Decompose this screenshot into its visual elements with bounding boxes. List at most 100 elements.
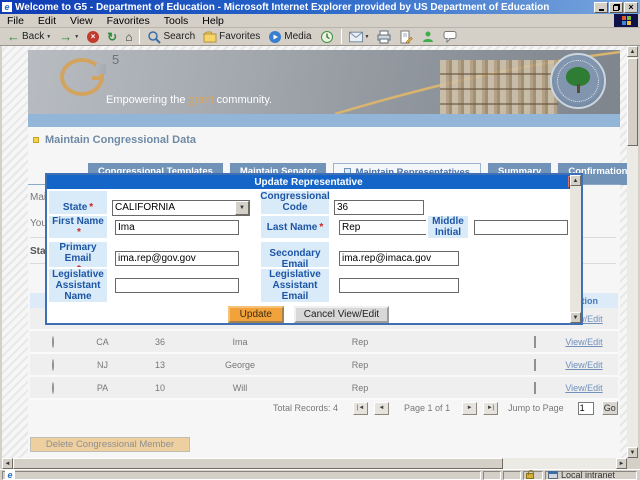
middle-initial-input[interactable]	[474, 220, 568, 235]
search-button[interactable]: Search	[143, 29, 199, 45]
view-edit-link[interactable]: View/Edit	[550, 337, 618, 347]
prev-page-button[interactable]: ◄	[374, 402, 389, 415]
primary-email-input[interactable]	[115, 251, 239, 266]
menu-edit[interactable]: Edit	[31, 15, 63, 27]
mail-dropdown-icon[interactable]: ▼	[365, 34, 370, 40]
scroll-up-icon[interactable]: ▲	[570, 175, 581, 186]
delete-congressional-member-button[interactable]: Delete Congressional Member	[30, 437, 190, 452]
scroll-up-icon[interactable]: ▲	[627, 46, 638, 57]
g5-logo-icon	[60, 58, 104, 96]
search-label: Search	[163, 31, 195, 42]
forward-dropdown-icon[interactable]: ▼	[74, 34, 79, 40]
menu-view[interactable]: View	[63, 15, 100, 27]
horizontal-scroll-thumb[interactable]	[13, 458, 503, 469]
restore-button[interactable]	[609, 2, 623, 13]
zone-label: Local intranet	[561, 470, 615, 480]
row-radio[interactable]	[52, 382, 54, 394]
discuss-button[interactable]	[439, 29, 461, 45]
dialog-scrollbar[interactable]: ▲ ▼	[570, 175, 581, 323]
stop-button[interactable]: ×	[83, 29, 103, 45]
forward-button[interactable]: → ▼	[55, 29, 83, 45]
close-button[interactable]: ×	[624, 2, 638, 13]
secondary-email-input[interactable]	[339, 251, 459, 266]
scroll-right-icon[interactable]: ►	[616, 458, 627, 469]
first-name-input[interactable]	[115, 220, 239, 235]
banner-tagline: Empowering the grant community.	[106, 94, 272, 106]
minimize-button[interactable]	[594, 2, 608, 13]
last-page-button[interactable]: ►|	[483, 402, 498, 415]
row-checkbox[interactable]	[534, 359, 536, 371]
window-title: Welcome to G5 - Department of Education …	[15, 2, 593, 13]
state-select-arrow-icon[interactable]: ▼	[235, 201, 249, 215]
library-photo	[440, 60, 558, 114]
page-heading: Maintain Congressional Data	[33, 134, 196, 146]
cell-code: 13	[130, 360, 190, 370]
hidden-text-fragment: Mai	[30, 192, 46, 203]
congressional-code-input[interactable]	[334, 200, 424, 215]
scroll-left-icon[interactable]: ◄	[2, 458, 13, 469]
status-message-pane: e	[2, 471, 481, 480]
menu-tools[interactable]: Tools	[157, 15, 196, 27]
forward-arrow-icon: →	[59, 31, 72, 43]
table-row: NJ 13 George Rep View/Edit	[30, 354, 618, 377]
media-button[interactable]: Media	[264, 29, 315, 45]
history-button[interactable]	[316, 29, 338, 45]
messenger-button[interactable]	[417, 29, 439, 45]
row-checkbox[interactable]	[534, 336, 536, 348]
legislative-assistant-email-label: Legislative Assistant Email	[259, 267, 331, 304]
view-edit-link[interactable]: View/Edit	[550, 360, 618, 370]
view-edit-link[interactable]: View/Edit	[550, 383, 618, 393]
legislative-assistant-name-input[interactable]	[115, 278, 239, 293]
mail-icon	[349, 30, 363, 44]
first-page-button[interactable]: |◄	[353, 402, 368, 415]
label-text: Middle Initial	[430, 216, 466, 238]
jump-to-page-input[interactable]	[578, 402, 594, 415]
messenger-icon	[421, 30, 435, 44]
toolbar-separator	[341, 29, 342, 44]
next-page-button[interactable]: ►	[462, 402, 477, 415]
edit-button[interactable]	[395, 29, 417, 45]
row-radio[interactable]	[52, 359, 54, 371]
education-seal-icon	[550, 53, 606, 109]
legislative-assistant-email-input[interactable]	[339, 278, 459, 293]
refresh-icon: ↻	[107, 30, 117, 44]
security-pane	[523, 471, 543, 480]
refresh-button[interactable]: ↻	[103, 29, 121, 45]
flag-yellow	[627, 21, 631, 25]
page-viewport: 5 Empowering the grant community. Mainta…	[0, 46, 640, 458]
padlock-icon	[526, 473, 534, 479]
form-row: Primary Email* Secondary Email	[47, 240, 570, 267]
dialog-title: Update Representative	[254, 177, 362, 188]
scroll-down-icon[interactable]: ▼	[627, 447, 638, 458]
vertical-scrollbar[interactable]: ▲ ▼	[627, 46, 638, 458]
favorites-button[interactable]: Favorites	[199, 29, 264, 45]
vertical-scroll-thumb[interactable]	[627, 58, 638, 146]
tagline-pre: Empowering the	[106, 94, 189, 106]
cell-code: 36	[130, 337, 190, 347]
cancel-view-edit-button[interactable]: Cancel View/Edit	[294, 306, 389, 323]
cell-last-name: Rep	[290, 383, 430, 393]
row-checkbox[interactable]	[534, 382, 536, 394]
horizontal-scrollbar[interactable]: ◄ ►	[2, 458, 627, 469]
row-radio[interactable]	[52, 336, 54, 348]
mail-button[interactable]: ▼	[345, 29, 374, 45]
back-dropdown-icon[interactable]: ▼	[46, 34, 51, 40]
seal-tree-trunk	[577, 84, 580, 93]
update-button[interactable]: Update	[228, 306, 284, 323]
scroll-down-icon[interactable]: ▼	[570, 312, 581, 323]
home-button[interactable]: ⌂	[121, 29, 136, 45]
menu-file[interactable]: File	[0, 15, 31, 27]
page-indicator: Page 1 of 1	[404, 403, 450, 413]
browser-window: e Welcome to G5 - Department of Educatio…	[0, 0, 640, 480]
back-button[interactable]: ← Back ▼	[3, 29, 55, 45]
label-text: Legislative Assistant Email	[263, 269, 327, 302]
label-text: First Name	[52, 216, 104, 227]
label-text: State	[63, 202, 87, 213]
label-text: Congressional Code	[260, 191, 329, 213]
go-button[interactable]: Go	[602, 401, 618, 415]
middle-initial-label: Middle Initial	[426, 214, 470, 240]
back-label: Back	[22, 31, 44, 42]
print-button[interactable]	[373, 29, 395, 45]
menu-help[interactable]: Help	[195, 15, 231, 27]
menu-favorites[interactable]: Favorites	[100, 15, 157, 27]
